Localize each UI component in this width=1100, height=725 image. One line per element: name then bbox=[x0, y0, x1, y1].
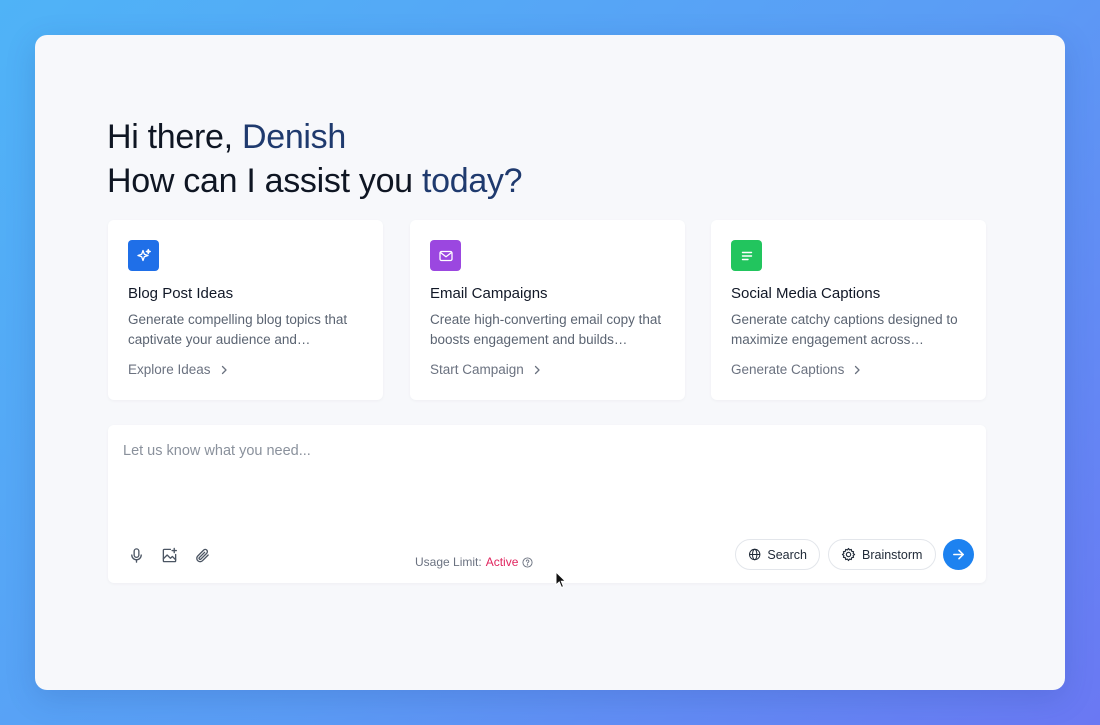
card-description: Generate catchy captions designed to max… bbox=[731, 312, 958, 347]
explore-ideas-link[interactable]: Explore Ideas bbox=[128, 362, 229, 377]
send-button[interactable] bbox=[943, 539, 974, 570]
card-blog-post-ideas[interactable]: Blog Post Ideas Generate compelling blog… bbox=[108, 220, 383, 400]
user-name: Denish bbox=[241, 118, 346, 156]
card-title: Email Campaigns bbox=[430, 285, 548, 302]
greeting-line2: How can I assist you today? bbox=[107, 162, 523, 200]
usage-status: Active bbox=[485, 555, 519, 569]
mouse-cursor-icon bbox=[555, 571, 567, 589]
gear-icon bbox=[841, 547, 856, 562]
sparkles-icon bbox=[128, 240, 159, 271]
mail-icon bbox=[430, 240, 461, 271]
generate-captions-link[interactable]: Generate Captions bbox=[731, 362, 862, 377]
usage-limit: Usage Limit: Active bbox=[415, 555, 533, 569]
microphone-button[interactable] bbox=[126, 545, 146, 565]
chevron-right-icon bbox=[221, 365, 227, 374]
help-circle-icon[interactable] bbox=[522, 556, 533, 568]
card-email-campaigns[interactable]: Email Campaigns Create high-converting e… bbox=[410, 220, 685, 400]
microphone-icon bbox=[130, 547, 142, 563]
text-lines-icon bbox=[731, 240, 762, 271]
paperclip-icon bbox=[195, 548, 209, 562]
card-title: Social Media Captions bbox=[731, 285, 881, 302]
main-panel: Hi there, Denish How can I assist you to… bbox=[35, 35, 1065, 690]
add-image-button[interactable] bbox=[159, 545, 179, 565]
chevron-right-icon bbox=[534, 365, 540, 374]
attach-file-button[interactable] bbox=[192, 545, 212, 565]
card-social-media-captions[interactable]: Social Media Captions Generate catchy ca… bbox=[711, 220, 986, 400]
arrow-right-icon bbox=[953, 549, 964, 560]
prompt-composer: Usage Limit: Active Search Brainstorm bbox=[108, 425, 986, 583]
image-plus-icon bbox=[162, 547, 177, 562]
prompt-input[interactable] bbox=[123, 443, 963, 523]
search-button[interactable]: Search bbox=[735, 539, 820, 570]
greeting-line1: Hi there, Denish bbox=[107, 118, 346, 156]
globe-icon bbox=[749, 548, 761, 561]
card-description: Create high-converting email copy that b… bbox=[430, 312, 662, 347]
chevron-right-icon bbox=[855, 365, 860, 374]
start-campaign-link[interactable]: Start Campaign bbox=[430, 362, 542, 377]
suggestion-cards: Blog Post Ideas Generate compelling blog… bbox=[108, 220, 986, 400]
card-title: Blog Post Ideas bbox=[128, 285, 234, 302]
greeting-heading: Hi there, Denish How can I assist you to… bbox=[107, 115, 523, 203]
brainstorm-button[interactable]: Brainstorm bbox=[828, 539, 936, 570]
card-description: Generate compelling blog topics that cap… bbox=[128, 312, 348, 347]
